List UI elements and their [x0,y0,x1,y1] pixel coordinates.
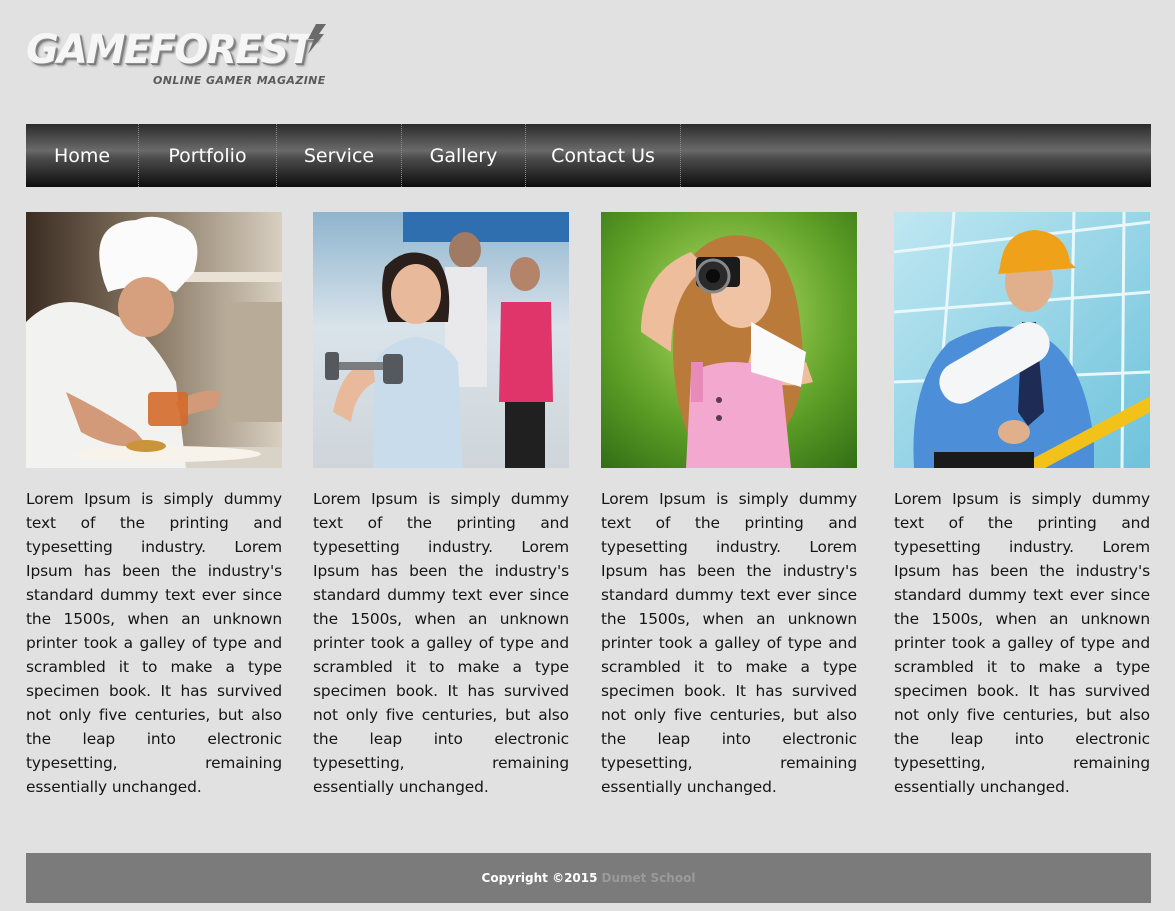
column-text: Lorem Ipsum is simply dummy text of the … [894,490,1150,796]
logo-title: GAMEFOREST [26,27,314,73]
woman-with-camera-photo [601,212,857,468]
content-column-2: Lorem Ipsum is simply dummy text of the … [313,212,569,799]
nav-home[interactable]: Home [26,124,139,187]
footer-copyright: Copyright ©2015 [481,871,598,885]
column-text: Lorem Ipsum is simply dummy text of the … [601,490,857,796]
content-column-3: Lorem Ipsum is simply dummy text of the … [601,212,857,799]
site-logo[interactable]: GAMEFOREST ONLINE GAMER MAGAZINE [26,22,336,92]
column-text: Lorem Ipsum is simply dummy text of the … [313,490,569,796]
woman-with-dumbbell-photo [313,212,569,468]
nav-portfolio[interactable]: Portfolio [139,124,277,187]
column-text: Lorem Ipsum is simply dummy text of the … [26,490,282,796]
page-footer: Copyright ©2015 Dumet School [26,853,1151,903]
nav-service[interactable]: Service [277,124,402,187]
lightning-bolt-icon [308,24,326,54]
content-column-4: Lorem Ipsum is simply dummy text of the … [894,212,1150,799]
footer-school-link[interactable]: Dumet School [601,871,695,885]
logo-subtitle: ONLINE GAMER MAGAZINE [153,74,326,87]
main-nav: Home Portfolio Service Gallery Contact U… [26,124,1151,187]
content-column-1: Lorem Ipsum is simply dummy text of the … [26,212,282,799]
nav-contact-us[interactable]: Contact Us [526,124,681,187]
chef-plating-dish-photo [26,212,282,468]
page: GAMEFOREST ONLINE GAMER MAGAZINE Home Po… [0,0,1175,911]
nav-gallery[interactable]: Gallery [402,124,526,187]
engineer-with-blueprints-photo [894,212,1150,468]
